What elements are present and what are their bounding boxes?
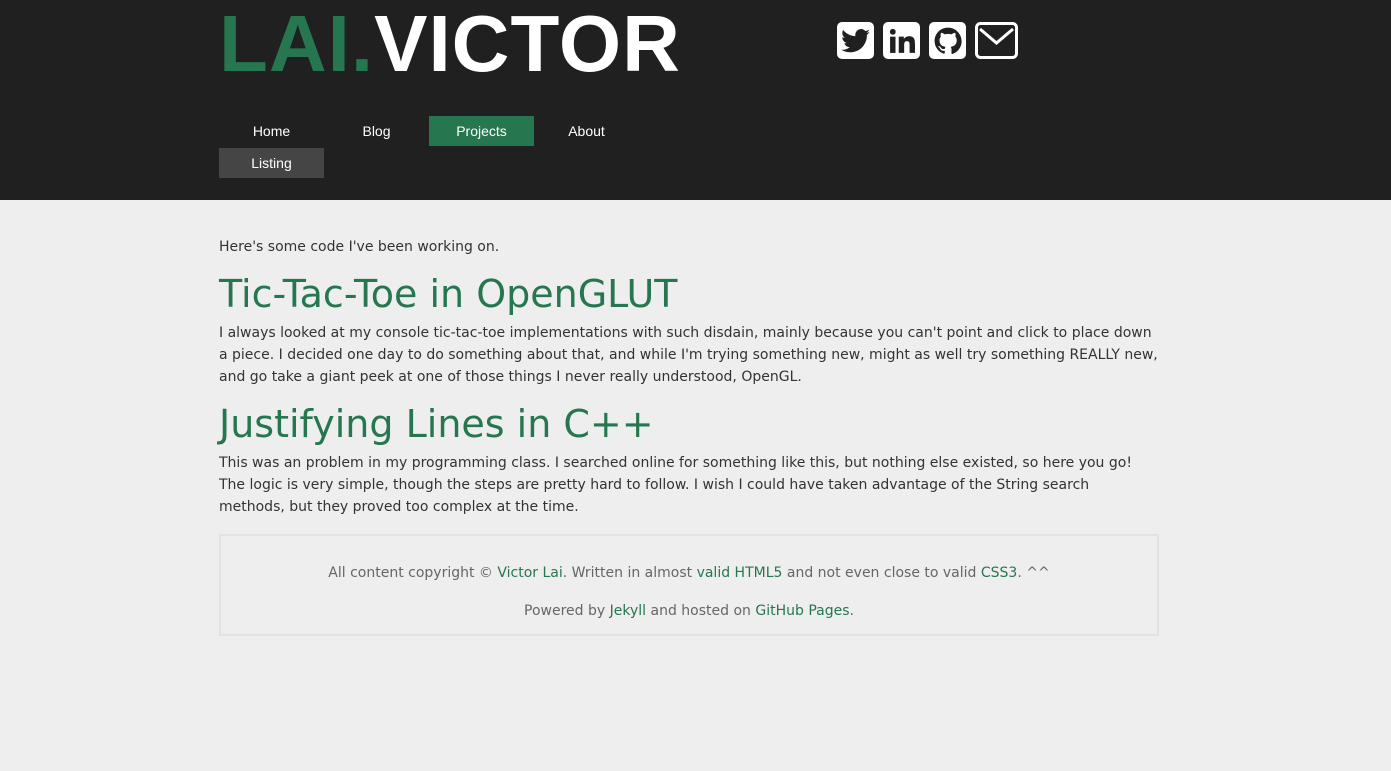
github-pages-link[interactable]: GitHub Pages: [755, 603, 849, 619]
css3-link[interactable]: CSS3: [981, 565, 1017, 581]
footer-text: and not even close to valid: [782, 565, 981, 581]
footer-copyright: All content copyright © Victor Lai. Writ…: [221, 536, 1157, 584]
logo-name: VICTOR: [374, 0, 681, 88]
nav-listing[interactable]: Listing: [219, 148, 324, 178]
footer-text: All content copyright ©: [328, 565, 498, 581]
intro-text: Here's some code I've been working on.: [219, 239, 500, 255]
nav-projects[interactable]: Projects: [429, 116, 534, 146]
twitter-icon[interactable]: [837, 22, 874, 59]
project-title: Tic-Tac-Toe in OpenGLUT: [219, 272, 1159, 316]
github-icon[interactable]: [929, 22, 966, 59]
project-description: This was an problem in my programming cl…: [219, 455, 1132, 515]
footer-powered: Powered by Jekyll and hosted on GitHub P…: [221, 584, 1157, 622]
nav-home[interactable]: Home: [219, 116, 324, 146]
project-link-justify[interactable]: Justifying Lines in C++: [219, 402, 654, 446]
site-header: LAI.VICTOR Home Blog Projects About List…: [0, 0, 1391, 200]
footer-text: and hosted on: [646, 603, 756, 619]
main-nav: Home Blog Projects About Listing: [219, 116, 639, 180]
nav-about[interactable]: About: [534, 116, 639, 146]
logo-prefix: LAI.: [219, 0, 375, 88]
site-footer: All content copyright © Victor Lai. Writ…: [219, 534, 1159, 636]
project-description: I always looked at my console tic-tac-to…: [219, 325, 1158, 385]
footer-text: Powered by: [524, 603, 610, 619]
jekyll-link[interactable]: Jekyll: [610, 603, 646, 619]
html5-link[interactable]: valid HTML5: [697, 565, 783, 581]
mail-icon[interactable]: [975, 22, 1018, 59]
project-link-tictactoe[interactable]: Tic-Tac-Toe in OpenGLUT: [219, 272, 677, 316]
linkedin-icon[interactable]: [883, 22, 920, 59]
site-logo[interactable]: LAI.VICTOR: [219, 4, 681, 84]
footer-text: . ^^: [1017, 565, 1050, 581]
main-content: Here's some code I've been working on. T…: [219, 236, 1159, 636]
footer-text: . Written in almost: [562, 565, 697, 581]
footer-text: .: [849, 603, 854, 619]
project-title: Justifying Lines in C++: [219, 402, 1159, 446]
nav-blog[interactable]: Blog: [324, 116, 429, 146]
author-link[interactable]: Victor Lai: [497, 565, 562, 581]
social-links: [837, 22, 1018, 59]
